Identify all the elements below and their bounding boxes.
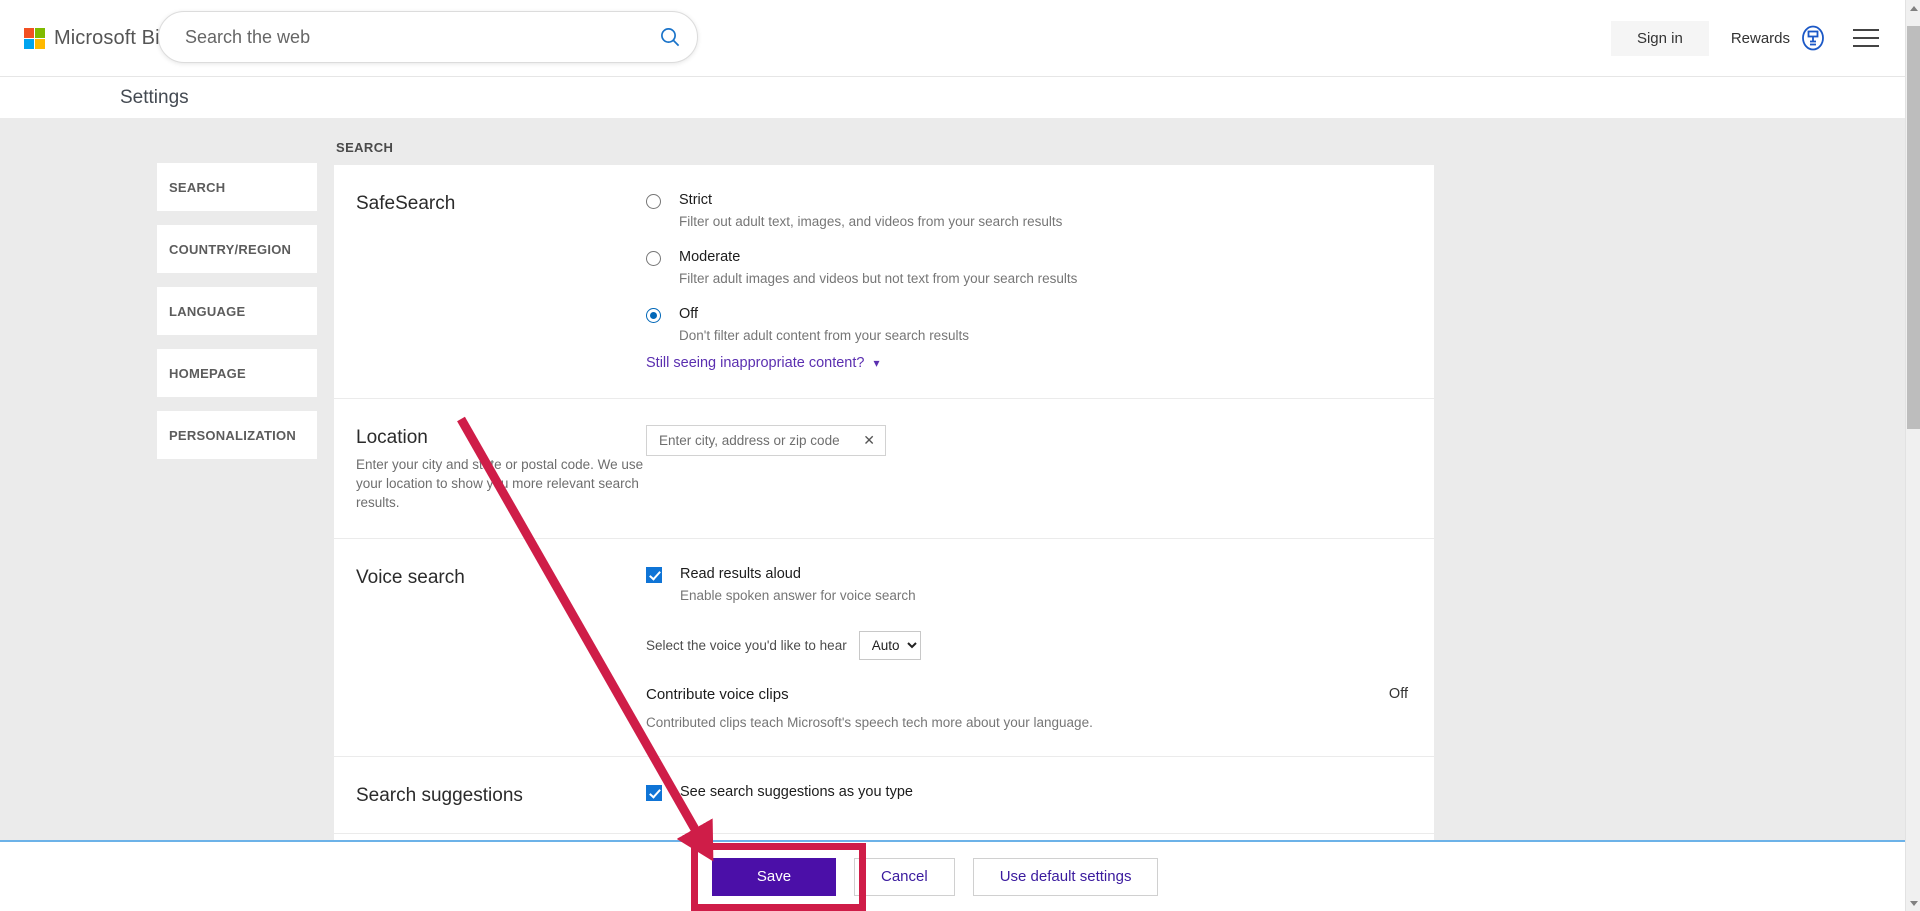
bing-settings-page: Microsoft Bing Sign in Rewards — [0, 0, 1920, 911]
scrollbar-thumb[interactable] — [1907, 26, 1920, 429]
contribute-title: Contribute voice clips — [646, 686, 789, 703]
chevron-down-icon: ▾ — [873, 356, 880, 370]
safesearch-label: SafeSearch — [356, 193, 456, 214]
location-description: Enter your city and state or postal code… — [356, 457, 644, 510]
search-icon — [661, 28, 680, 47]
search-input[interactable] — [159, 26, 643, 48]
read-aloud-title: Read results aloud — [680, 566, 801, 582]
settings-card: SafeSearch Strict Filter out adult text,… — [334, 165, 1434, 911]
radio-moderate-desc: Filter adult images and videos but not t… — [679, 271, 1078, 286]
sidebar-item-label: COUNTRY/REGION — [169, 241, 292, 257]
contribute-desc: Contributed clips teach Microsoft's spee… — [646, 715, 1093, 730]
sidebar-item-homepage[interactable]: HOMEPAGE — [157, 349, 317, 397]
row-label: Location Enter your city and state or po… — [356, 425, 646, 512]
cancel-button[interactable]: Cancel — [854, 857, 955, 896]
rewards-link[interactable]: Rewards — [1731, 24, 1827, 52]
voice-select-label: Select the voice you'd like to hear — [646, 638, 847, 653]
radio-off-title: Off — [679, 306, 699, 322]
radio-strict-title: Strict — [679, 192, 713, 208]
hamburger-menu-icon[interactable] — [1853, 21, 1887, 55]
checkbox-read-aloud-box[interactable] — [646, 567, 662, 583]
location-controls: ✕ — [646, 425, 1408, 512]
settings-content-column: SEARCH SafeSearch Strict Filter out adul… — [334, 118, 1434, 911]
row-label: SafeSearch — [356, 191, 646, 372]
top-navigation-bar: Microsoft Bing Sign in Rewards — [0, 0, 1905, 76]
see-suggestions-title: See search suggestions as you type — [680, 784, 913, 800]
row-label: Search suggestions — [356, 783, 646, 807]
voice-select-line: Select the voice you'd like to hear Auto — [646, 631, 1408, 660]
radio-off[interactable] — [646, 308, 661, 323]
safesearch-controls: Strict Filter out adult text, images, an… — [646, 191, 1408, 372]
microsoft-squares-icon — [24, 27, 45, 49]
use-default-settings-button[interactable]: Use default settings — [972, 857, 1159, 896]
settings-action-bar: Save Cancel Use default settings — [0, 840, 1905, 911]
radio-moderate-title: Moderate — [679, 249, 741, 265]
sidebar-item-label: HOMEPAGE — [169, 365, 246, 381]
inappropriate-content-label: Still seeing inappropriate content? — [646, 355, 865, 371]
search-suggestions-controls: See search suggestions as you type — [646, 783, 1408, 807]
row-location: Location Enter your city and state or po… — [334, 399, 1434, 539]
radio-option-off[interactable]: Off Don't filter adult content from your… — [646, 305, 1408, 345]
contribute-voice-clips: Contribute voice clips Contributed clips… — [646, 686, 1408, 730]
row-voice-search: Voice search Read results aloud Enable s… — [334, 539, 1434, 757]
scroll-down-arrow-icon[interactable] — [1906, 895, 1920, 911]
settings-title-bar: Settings — [0, 76, 1905, 118]
row-safesearch: SafeSearch Strict Filter out adult text,… — [334, 165, 1434, 399]
inappropriate-content-link[interactable]: Still seeing inappropriate content? ▾ — [646, 355, 879, 371]
checkbox-see-suggestions[interactable]: See search suggestions as you type — [646, 783, 1408, 801]
sidebar-item-personalization[interactable]: PERSONALIZATION — [157, 411, 317, 459]
sidebar-item-country-region[interactable]: COUNTRY/REGION — [157, 225, 317, 273]
location-input[interactable] — [657, 432, 862, 449]
row-search-suggestions: Search suggestions See search suggestion… — [334, 757, 1434, 834]
settings-tab-rail: SEARCH COUNTRY/REGION LANGUAGE HOMEPAGE … — [157, 163, 317, 473]
checkbox-read-results-aloud[interactable]: Read results aloud Enable spoken answer … — [646, 565, 1408, 605]
radio-strict[interactable] — [646, 194, 661, 209]
radio-off-desc: Don't filter adult content from your sea… — [679, 328, 969, 343]
voice-search-controls: Read results aloud Enable spoken answer … — [646, 565, 1408, 730]
read-aloud-desc: Enable spoken answer for voice search — [680, 588, 916, 603]
save-button-highlight-box — [691, 843, 866, 911]
page-scrollbar[interactable] — [1905, 0, 1920, 911]
page-title: Settings — [120, 86, 189, 108]
rewards-label: Rewards — [1730, 29, 1790, 47]
voice-select[interactable]: Auto — [858, 631, 921, 660]
radio-option-moderate[interactable]: Moderate Filter adult images and videos … — [646, 248, 1408, 288]
top-right-controls: Sign in Rewards — [1610, 0, 1887, 76]
radio-strict-desc: Filter out adult text, images, and video… — [679, 214, 1063, 229]
radio-option-strict[interactable]: Strict Filter out adult text, images, an… — [646, 191, 1408, 231]
radio-moderate[interactable] — [646, 251, 661, 266]
location-input-wrapper[interactable]: ✕ — [646, 425, 886, 456]
search-submit-button[interactable] — [643, 12, 697, 62]
search-suggestions-label: Search suggestions — [356, 785, 523, 806]
sidebar-item-language[interactable]: LANGUAGE — [157, 287, 317, 335]
section-heading: SEARCH — [336, 140, 394, 155]
sidebar-item-search[interactable]: SEARCH — [157, 163, 317, 211]
settings-body: SEARCH COUNTRY/REGION LANGUAGE HOMEPAGE … — [0, 118, 1905, 911]
scroll-up-arrow-icon[interactable] — [1906, 0, 1920, 16]
location-label: Location — [356, 427, 428, 448]
checkbox-see-suggestions-box[interactable] — [646, 785, 662, 801]
sign-in-button[interactable]: Sign in — [1610, 20, 1709, 56]
voice-search-label: Voice search — [356, 567, 465, 588]
sidebar-item-label: PERSONALIZATION — [169, 427, 297, 443]
sidebar-item-label: SEARCH — [169, 179, 226, 195]
contribute-state-badge: Off — [1388, 686, 1408, 702]
search-box[interactable] — [158, 11, 698, 63]
row-label: Voice search — [356, 565, 646, 730]
close-x-icon[interactable]: ✕ — [861, 432, 877, 449]
rewards-medal-icon — [1802, 25, 1824, 51]
sidebar-item-label: LANGUAGE — [169, 303, 246, 319]
